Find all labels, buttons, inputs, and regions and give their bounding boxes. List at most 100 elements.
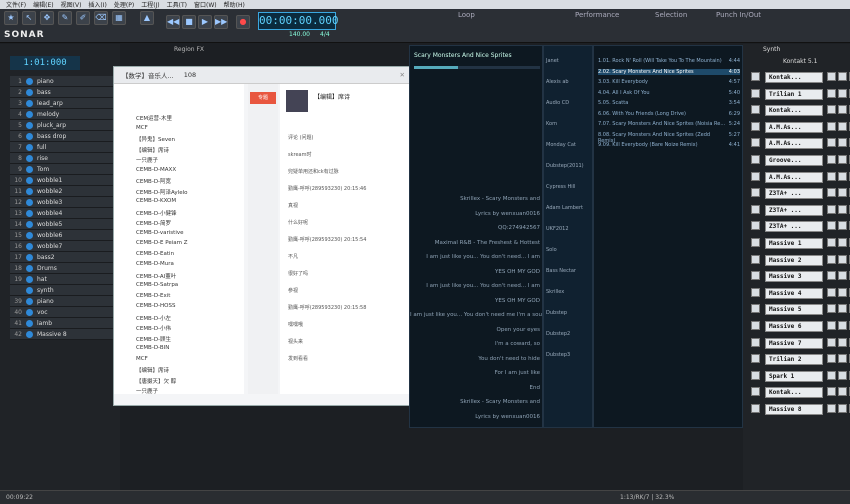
instrument-icon[interactable] <box>751 221 760 231</box>
member-item[interactable]: CEMB-D-MAXX <box>136 167 176 173</box>
track-row[interactable]: 11 wobble2 <box>10 186 118 197</box>
synth-name[interactable]: Kontakt 5.1 <box>783 58 817 65</box>
instrument-control[interactable] <box>838 204 847 214</box>
instrument-control[interactable] <box>827 354 836 364</box>
forward-button[interactable]: ▶▶ <box>214 15 228 29</box>
playlist-item[interactable]: Dubstep(2011) <box>546 163 584 169</box>
instrument-icon[interactable] <box>751 171 760 181</box>
instrument-slot[interactable]: Massive 2 <box>765 254 823 266</box>
playlist-item[interactable]: Cypress Hill <box>546 184 575 190</box>
instrument-icon[interactable] <box>751 238 760 247</box>
meter-display[interactable]: 4/4 <box>320 31 330 38</box>
menu-item[interactable]: 工程(J) <box>141 0 159 9</box>
instrument-icon[interactable] <box>751 304 760 314</box>
track-row[interactable]: 7 full <box>10 142 118 153</box>
member-item[interactable]: CEMB-D-KXOM <box>136 198 176 204</box>
instrument-control[interactable] <box>827 337 836 347</box>
song-row[interactable]: 6.06. With You Friends (Long Drive) 6:29 <box>598 111 740 117</box>
instrument-slot[interactable]: Massive 1 <box>765 238 823 249</box>
instrument-control[interactable] <box>827 171 836 181</box>
instrument-control[interactable] <box>827 88 836 98</box>
member-item[interactable]: CEMB-D-Mura <box>136 261 174 267</box>
play-button[interactable]: ▶ <box>198 15 212 29</box>
instrument-icon[interactable] <box>751 287 760 297</box>
instrument-control[interactable] <box>827 155 836 164</box>
draw-tool-icon[interactable]: ✐ <box>76 11 90 25</box>
instrument-icon[interactable] <box>751 72 760 81</box>
menu-item[interactable]: 窗口(W) <box>194 0 217 9</box>
member-item[interactable]: CEMB-D-BIN <box>136 345 169 351</box>
instrument-slot[interactable]: Kontak... <box>765 105 823 117</box>
instrument-control[interactable] <box>838 387 847 397</box>
instrument-slot[interactable]: Massive 8 <box>765 404 823 415</box>
playlist-item[interactable]: Audio CD <box>546 100 569 106</box>
instrument-control[interactable] <box>827 105 836 115</box>
instrument-slot[interactable]: Massive 6 <box>765 321 823 332</box>
playlist-item[interactable]: Korn <box>546 121 557 127</box>
smart-tool-icon[interactable]: ★ <box>4 11 18 25</box>
instrument-icon[interactable] <box>751 155 760 164</box>
track-row[interactable]: 18 Drums <box>10 263 118 274</box>
playlist-item[interactable]: Adam Lambert <box>546 205 583 211</box>
track-row[interactable]: 6 bass drop <box>10 131 118 142</box>
instrument-control[interactable] <box>838 155 847 164</box>
instrument-slot[interactable]: Trilian 1 <box>765 88 823 100</box>
song-row[interactable]: 7.07. Scary Monsters And Nice Sprites (N… <box>598 121 740 127</box>
track-row[interactable]: synth <box>10 285 118 296</box>
member-item[interactable]: CEMB-D-Eatin <box>136 251 174 257</box>
instrument-icon[interactable] <box>751 321 760 330</box>
track-row[interactable]: 16 wobble7 <box>10 241 118 252</box>
member-item[interactable]: 【编辑】席诗 <box>136 146 169 154</box>
rewind-button[interactable]: ◀◀ <box>166 15 180 29</box>
instrument-slot[interactable]: Kontak... <box>765 387 823 399</box>
menu-item[interactable]: 编辑(E) <box>33 0 53 9</box>
instrument-control[interactable] <box>838 370 847 380</box>
track-row[interactable]: 14 wobble5 <box>10 219 118 230</box>
member-item[interactable]: CEMB-D-简罗 <box>136 219 171 227</box>
playlist-item[interactable]: Monday Cat <box>546 142 576 148</box>
track-row[interactable]: 13 wobble4 <box>10 208 118 219</box>
progress-bar[interactable] <box>414 66 540 69</box>
instrument-control[interactable] <box>827 287 836 297</box>
select-tool-icon[interactable]: ↖ <box>22 11 36 25</box>
instrument-control[interactable] <box>827 254 836 264</box>
instrument-slot[interactable]: Z3TA+ ... <box>765 204 823 216</box>
instrument-icon[interactable] <box>751 387 760 397</box>
member-item[interactable]: CEMB-D-小左 <box>136 314 171 322</box>
member-item[interactable]: 【唐摄天】欠 醇 <box>136 377 176 385</box>
song-row[interactable]: 1.01. Rock N' Roll (Will Take You To The… <box>598 58 740 64</box>
menu-item[interactable]: 插入(I) <box>88 0 106 9</box>
instrument-icon[interactable] <box>751 404 760 413</box>
instrument-slot[interactable]: A.M.As... <box>765 121 823 133</box>
instrument-control[interactable] <box>838 254 847 264</box>
instrument-control[interactable] <box>827 304 836 314</box>
instrument-control[interactable] <box>838 271 847 281</box>
instrument-icon[interactable] <box>751 138 760 148</box>
member-item[interactable]: CEMB-D-AI董叶 <box>136 272 176 280</box>
track-row[interactable]: 1 piano <box>10 76 118 87</box>
instrument-control[interactable] <box>827 221 836 231</box>
instrument-control[interactable] <box>827 204 836 214</box>
member-item[interactable]: MCF <box>136 125 148 131</box>
instrument-control[interactable] <box>827 387 836 397</box>
instrument-control[interactable] <box>827 404 836 413</box>
playlist-item[interactable]: Bass Nectar <box>546 268 576 274</box>
instrument-control[interactable] <box>827 72 836 81</box>
instrument-control[interactable] <box>838 88 847 98</box>
member-item[interactable]: CEMB-D-HOSS <box>136 303 176 309</box>
instrument-control[interactable] <box>838 171 847 181</box>
playlist-item[interactable]: Dubstep3 <box>546 352 570 358</box>
snap-icon[interactable]: ▦ <box>112 11 126 25</box>
menu-item[interactable]: 文件(F) <box>6 0 26 9</box>
track-row[interactable]: 2 bass <box>10 87 118 98</box>
track-row[interactable]: 9 Tom <box>10 164 118 175</box>
track-row[interactable]: 10 wobble1 <box>10 175 118 186</box>
member-item[interactable]: CEM运营-木里 <box>136 114 172 122</box>
member-item[interactable]: CEMB-D-Exit <box>136 293 170 299</box>
instrument-slot[interactable]: A.M.As... <box>765 171 823 183</box>
song-row[interactable]: 5.05. Scatta 3:54 <box>598 100 740 106</box>
track-row[interactable]: 5 pluck_arp <box>10 120 118 131</box>
instrument-icon[interactable] <box>751 370 760 380</box>
instrument-control[interactable] <box>838 188 847 198</box>
instrument-control[interactable] <box>838 321 847 330</box>
